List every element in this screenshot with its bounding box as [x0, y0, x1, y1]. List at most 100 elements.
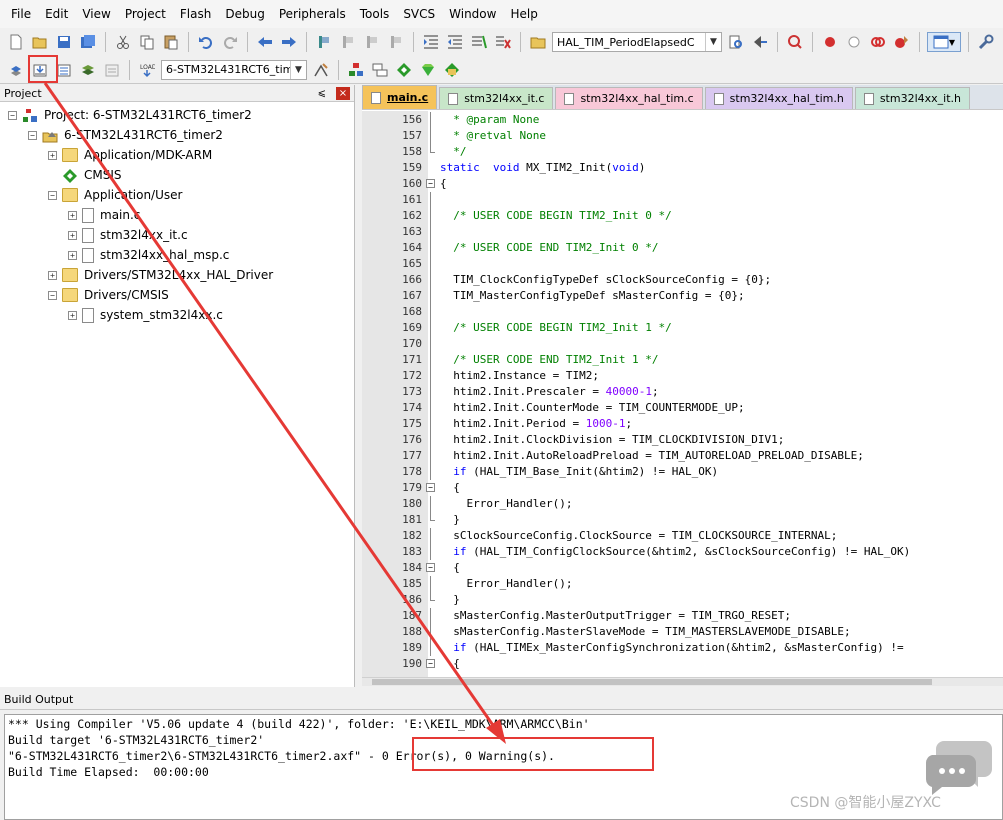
find-in-files-icon[interactable] [528, 32, 548, 52]
unindent-icon[interactable] [445, 32, 465, 52]
undo-icon[interactable] [196, 32, 216, 52]
tree-expander-icon[interactable]: + [68, 210, 77, 220]
editor-tab[interactable]: stm32l4xx_hal_tim.c [555, 87, 703, 109]
code-line[interactable]: 176 htim2.Init.ClockDivision = TIM_CLOCK… [362, 432, 1003, 448]
code-line[interactable]: 171 /* USER CODE END TIM2_Init 1 */ [362, 352, 1003, 368]
code-line[interactable]: 180 Error_Handler(); [362, 496, 1003, 512]
breakpoint-kill-icon[interactable] [868, 32, 888, 52]
uncomment-icon[interactable] [493, 32, 513, 52]
translate-icon[interactable] [6, 60, 26, 80]
code-line[interactable]: 190− { [362, 656, 1003, 672]
tree-expander-icon[interactable]: + [68, 250, 77, 260]
menu-edit[interactable]: Edit [38, 0, 75, 28]
breakpoint-clear-icon[interactable] [892, 32, 912, 52]
tree-expander-icon[interactable]: − [48, 290, 57, 300]
tree-node[interactable]: − Project: 6-STM32L431RCT6_timer2 [8, 105, 252, 125]
menu-peripherals[interactable]: Peripherals [272, 0, 353, 28]
code-line[interactable]: 179− { [362, 480, 1003, 496]
code-line[interactable]: 186 } [362, 592, 1003, 608]
code-line[interactable]: 166 TIM_ClockConfigTypeDef sClockSourceC… [362, 272, 1003, 288]
tree-expander-icon[interactable]: + [68, 310, 77, 320]
debug-session-icon[interactable] [785, 32, 805, 52]
editor-tab[interactable]: stm32l4xx_hal_tim.h [704, 87, 853, 109]
tree-expander-icon[interactable]: − [48, 190, 57, 200]
code-line[interactable]: 169 /* USER CODE BEGIN TIM2_Init 1 */ [362, 320, 1003, 336]
code-line[interactable]: 160−{ [362, 176, 1003, 192]
tree-node[interactable]: + system_stm32l4xx.c [68, 305, 223, 325]
code-line[interactable]: 174 htim2.Init.CounterMode = TIM_COUNTER… [362, 400, 1003, 416]
code-line[interactable]: 167 TIM_MasterConfigTypeDef sMasterConfi… [362, 288, 1003, 304]
save-all-icon[interactable] [78, 32, 98, 52]
bookmark-clear-icon[interactable] [386, 32, 406, 52]
function-combo[interactable]: HAL_TIM_PeriodElapsedC ▼ [552, 32, 722, 52]
code-line[interactable]: 183 if (HAL_TIM_ConfigClockSource(&htim2… [362, 544, 1003, 560]
window-layout-icon[interactable]: ▼ [927, 32, 961, 52]
bookmark-prev-icon[interactable] [338, 32, 358, 52]
target-combo[interactable]: 6-STM32L431RCT6_timer2▼ [161, 59, 307, 80]
code-line[interactable]: 175 htim2.Init.Period = 1000-1; [362, 416, 1003, 432]
menu-project[interactable]: Project [118, 0, 173, 28]
comment-icon[interactable] [469, 32, 489, 52]
close-icon[interactable]: × [336, 86, 350, 100]
fold-collapse-icon[interactable]: − [426, 563, 435, 572]
copy-icon[interactable] [137, 32, 157, 52]
code-line[interactable]: 189 if (HAL_TIMEx_MasterConfigSynchroniz… [362, 640, 1003, 656]
tree-node[interactable]: + stm32l4xx_it.c [68, 225, 188, 245]
editor-tab[interactable]: stm32l4xx_it.h [854, 87, 970, 109]
batch-build-icon[interactable] [78, 60, 98, 80]
editor-tab[interactable]: main.c [362, 85, 438, 109]
tree-node[interactable]: + Drivers/STM32L4xx_HAL_Driver [48, 265, 273, 285]
code-line[interactable]: 187 sMasterConfig.MasterOutputTrigger = … [362, 608, 1003, 624]
tree-node[interactable]: + stm32l4xx_hal_msp.c [68, 245, 229, 265]
navigate-forward-icon[interactable] [279, 32, 299, 52]
tree-expander-icon[interactable]: + [48, 270, 57, 280]
tree-node[interactable]: CMSIS [48, 165, 122, 185]
menu-svcs[interactable]: SVCS [396, 0, 442, 28]
tree-node[interactable]: + main.c [68, 205, 140, 225]
fold-collapse-icon[interactable]: − [426, 659, 435, 668]
menu-tools[interactable]: Tools [353, 0, 397, 28]
fold-collapse-icon[interactable]: − [426, 483, 435, 492]
code-line[interactable]: 170 [362, 336, 1003, 352]
code-line[interactable]: 165 [362, 256, 1003, 272]
save-icon[interactable] [54, 32, 74, 52]
code-line[interactable]: 157 * @retval None [362, 128, 1003, 144]
menu-help[interactable]: Help [503, 0, 544, 28]
chevron-down-icon[interactable]: ▼ [705, 33, 721, 51]
code-line[interactable]: 181 } [362, 512, 1003, 528]
code-line[interactable]: 173 htim2.Init.Prescaler = 40000-1; [362, 384, 1003, 400]
breakpoint-disable-icon[interactable] [844, 32, 864, 52]
tree-expander-icon[interactable]: − [28, 130, 37, 140]
redo-icon[interactable] [220, 32, 240, 52]
tree-node[interactable]: − Application/User [48, 185, 182, 205]
scrollbar-thumb[interactable] [372, 679, 932, 685]
download-load-icon[interactable]: LOAD [137, 60, 157, 80]
tree-node[interactable]: + Application/MDK-ARM [48, 145, 212, 165]
pin-icon[interactable]: ⩽ [318, 88, 326, 99]
bookmark-next-icon[interactable] [362, 32, 382, 52]
tree-expander-icon[interactable]: − [8, 110, 17, 120]
code-line[interactable]: 158 */ [362, 144, 1003, 160]
new-file-icon[interactable] [6, 32, 26, 52]
menu-view[interactable]: View [75, 0, 117, 28]
menu-debug[interactable]: Debug [218, 0, 271, 28]
code-line[interactable]: 159 static void MX_TIM2_Init(void) [362, 160, 1003, 176]
stop-build-icon[interactable] [102, 60, 122, 80]
incremental-find-icon[interactable] [750, 32, 770, 52]
editor-tab[interactable]: stm32l4xx_it.c [439, 87, 554, 109]
code-line[interactable]: 185 Error_Handler(); [362, 576, 1003, 592]
fold-collapse-icon[interactable]: − [426, 179, 435, 188]
code-area[interactable]: 156 * @param None 157 * @retval None 158 *… [362, 111, 1003, 677]
code-line[interactable]: 168 [362, 304, 1003, 320]
tree-node[interactable]: − Drivers/CMSIS [48, 285, 169, 305]
target-options-icon[interactable] [311, 60, 331, 80]
code-line[interactable]: 184− { [362, 560, 1003, 576]
code-line[interactable]: 182 sClockSourceConfig.ClockSource = TIM… [362, 528, 1003, 544]
select-software-packs-icon[interactable] [418, 60, 438, 80]
code-line[interactable]: 161 [362, 192, 1003, 208]
tree-node[interactable]: − 6-STM32L431RCT6_timer2 [28, 125, 223, 145]
tree-expander-icon[interactable]: + [48, 150, 57, 160]
find-icon[interactable] [726, 32, 746, 52]
file-extensions-icon[interactable] [370, 60, 390, 80]
manage-project-icon[interactable] [346, 60, 366, 80]
